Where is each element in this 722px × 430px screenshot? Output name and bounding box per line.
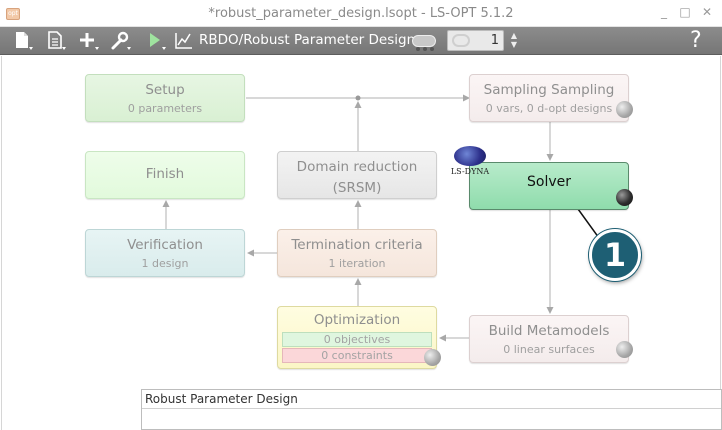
constraints-strip[interactable]: 0 constraints xyxy=(282,348,432,363)
termination-criteria-box[interactable]: Termination criteria 1 iteration xyxy=(277,229,437,277)
run-icon[interactable] xyxy=(146,31,168,51)
chart-icon[interactable] xyxy=(173,31,195,51)
termination-title: Termination criteria xyxy=(291,237,423,253)
domain-reduction-title: Domain reduction xyxy=(296,159,418,175)
panel-divider xyxy=(142,408,721,409)
wrench-icon[interactable] xyxy=(110,31,132,51)
file-menu-icon[interactable] xyxy=(45,31,67,51)
close-button[interactable]: ✕ xyxy=(700,5,714,19)
ls-dyna-globe-icon xyxy=(454,146,486,166)
iterations-value: 1 xyxy=(490,33,499,48)
toolbar: RBDO/Robust Parameter Design 1 ▲ ▼ ? xyxy=(0,27,722,55)
optimization-box[interactable]: Optimization 0 objectives 0 constraints xyxy=(277,306,437,369)
setup-title: Setup xyxy=(145,82,185,98)
metamodels-subtitle: 0 linear surfaces xyxy=(503,343,595,356)
solver-status-indicator xyxy=(616,189,633,206)
sampling-box[interactable]: Sampling Sampling 0 vars, 0 d-opt design… xyxy=(469,74,629,122)
add-icon[interactable] xyxy=(78,31,100,51)
iterations-spinner[interactable]: ▲ ▼ xyxy=(509,31,519,51)
callout-number-badge: 1 xyxy=(589,229,641,281)
setup-box[interactable]: Setup 0 parameters xyxy=(85,74,245,122)
finish-title: Finish xyxy=(145,166,185,182)
minimize-button[interactable]: _ xyxy=(657,5,671,19)
build-metamodels-box[interactable]: Build Metamodels 0 linear surfaces xyxy=(469,315,629,363)
domain-reduction-method: (SRSM) xyxy=(332,180,382,196)
optimization-status-indicator xyxy=(424,349,441,366)
mode-label: RBDO/Robust Parameter Design xyxy=(199,32,416,48)
maximize-button[interactable]: □ xyxy=(678,5,692,19)
domain-reduction-box[interactable]: Domain reduction (SRSM) xyxy=(277,151,437,199)
sampling-title: Sampling Sampling xyxy=(483,82,615,98)
verification-title: Verification xyxy=(127,237,203,253)
verification-subtitle: 1 design xyxy=(141,257,189,270)
window-title: *robust_parameter_design.lsopt - LS-OPT … xyxy=(208,6,514,21)
iterations-input[interactable]: 1 xyxy=(447,30,504,51)
sampling-subtitle: 0 vars, 0 d-opt designs xyxy=(485,102,613,115)
more-options-button[interactable] xyxy=(412,35,436,51)
verification-box[interactable]: Verification 1 design xyxy=(85,229,245,277)
solver-title: Solver xyxy=(527,174,571,190)
new-file-icon[interactable] xyxy=(12,31,34,51)
metamodels-status-indicator xyxy=(616,341,633,358)
panel-title: Robust Parameter Design xyxy=(145,392,298,406)
objectives-strip[interactable]: 0 objectives xyxy=(282,332,432,347)
ls-dyna-logo-text: LS-DYNA xyxy=(450,167,490,176)
sampling-status-indicator xyxy=(616,101,633,118)
setup-subtitle: 0 parameters xyxy=(127,102,203,115)
iteration-loop-icon xyxy=(452,34,470,47)
solver-box[interactable]: Solver xyxy=(469,162,629,210)
termination-subtitle: 1 iteration xyxy=(328,257,386,270)
title-bar: opt *robust_parameter_design.lsopt - LS-… xyxy=(0,0,722,27)
ls-dyna-logo: LS-DYNA xyxy=(450,146,490,180)
robust-design-panel: Robust Parameter Design xyxy=(141,389,722,430)
help-button[interactable]: ? xyxy=(690,28,702,53)
optimization-title: Optimization xyxy=(313,312,401,328)
finish-box[interactable]: Finish xyxy=(85,151,245,199)
metamodels-title: Build Metamodels xyxy=(488,323,610,339)
